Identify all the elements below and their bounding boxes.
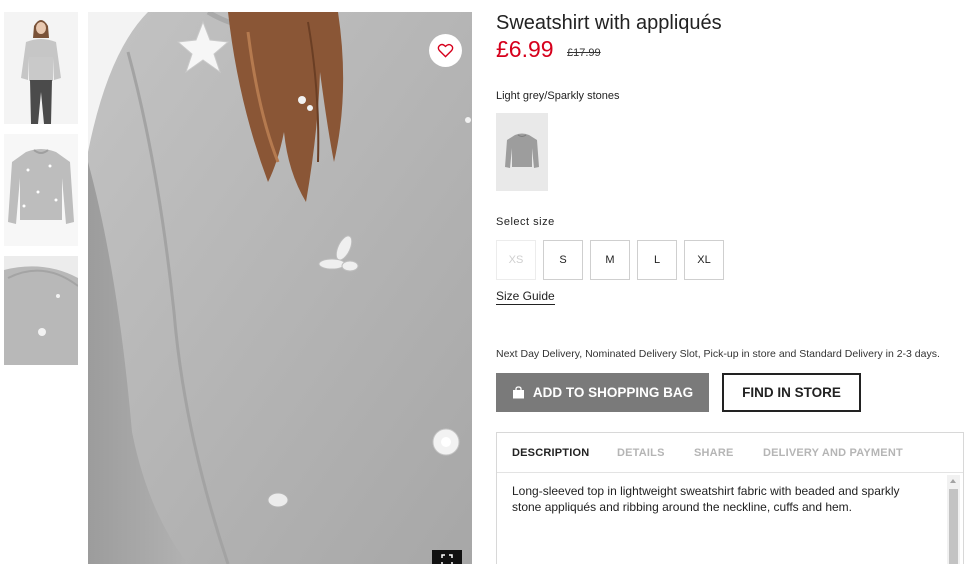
heart-icon [437,43,454,58]
product-info-panel: DESCRIPTION DETAILS SHARE DELIVERY AND P… [496,432,964,564]
model-full-image [4,12,78,124]
main-product-image[interactable] [88,12,472,564]
info-tabs: DESCRIPTION DETAILS SHARE DELIVERY AND P… [497,433,963,473]
product-title: Sweatshirt with appliqués [496,12,722,34]
size-guide-link[interactable]: Size Guide [496,289,555,305]
scroll-up-arrow-icon[interactable] [950,479,956,483]
size-option-m[interactable]: M [590,240,630,280]
scroll-thumb[interactable] [949,489,958,564]
shopping-bag-icon [512,386,524,399]
description-scrollbar[interactable] [947,475,960,564]
add-to-bag-label: ADD TO SHOPPING BAG [532,385,694,400]
expand-image-button[interactable] [432,550,462,564]
sweatshirt-photo [88,12,472,564]
thumbnail-flat-front[interactable] [4,134,78,246]
delivery-note: Next Day Delivery, Nominated Delivery Sl… [496,348,940,360]
add-to-bag-button[interactable]: ADD TO SHOPPING BAG [496,373,709,412]
thumbnail-detail[interactable] [4,256,78,365]
swatch-sweatshirt-image [505,133,539,168]
find-in-store-button[interactable]: FIND IN STORE [722,373,861,412]
size-heading: Select size [496,216,555,228]
color-swatch[interactable] [496,113,548,191]
tab-delivery-and-payment[interactable]: DELIVERY AND PAYMENT [763,447,903,459]
thumbnail-model-full[interactable] [4,12,78,124]
tab-details[interactable]: DETAILS [617,447,665,459]
tab-share[interactable]: SHARE [694,447,734,459]
original-price: £17.99 [567,47,601,59]
size-option-l[interactable]: L [637,240,677,280]
detail-image [4,256,78,365]
favourite-button[interactable] [429,34,462,67]
expand-icon [441,554,453,564]
tab-description[interactable]: DESCRIPTION [512,447,589,459]
product-description: Long-sleeved top in lightweight sweatshi… [512,484,900,514]
flat-front-image [4,134,78,246]
size-option-xl[interactable]: XL [684,240,724,280]
size-option-s[interactable]: S [543,240,583,280]
product-price: £6.99 [496,36,554,62]
size-option-xs: XS [496,240,536,280]
color-name: Light grey/Sparkly stones [496,90,620,102]
